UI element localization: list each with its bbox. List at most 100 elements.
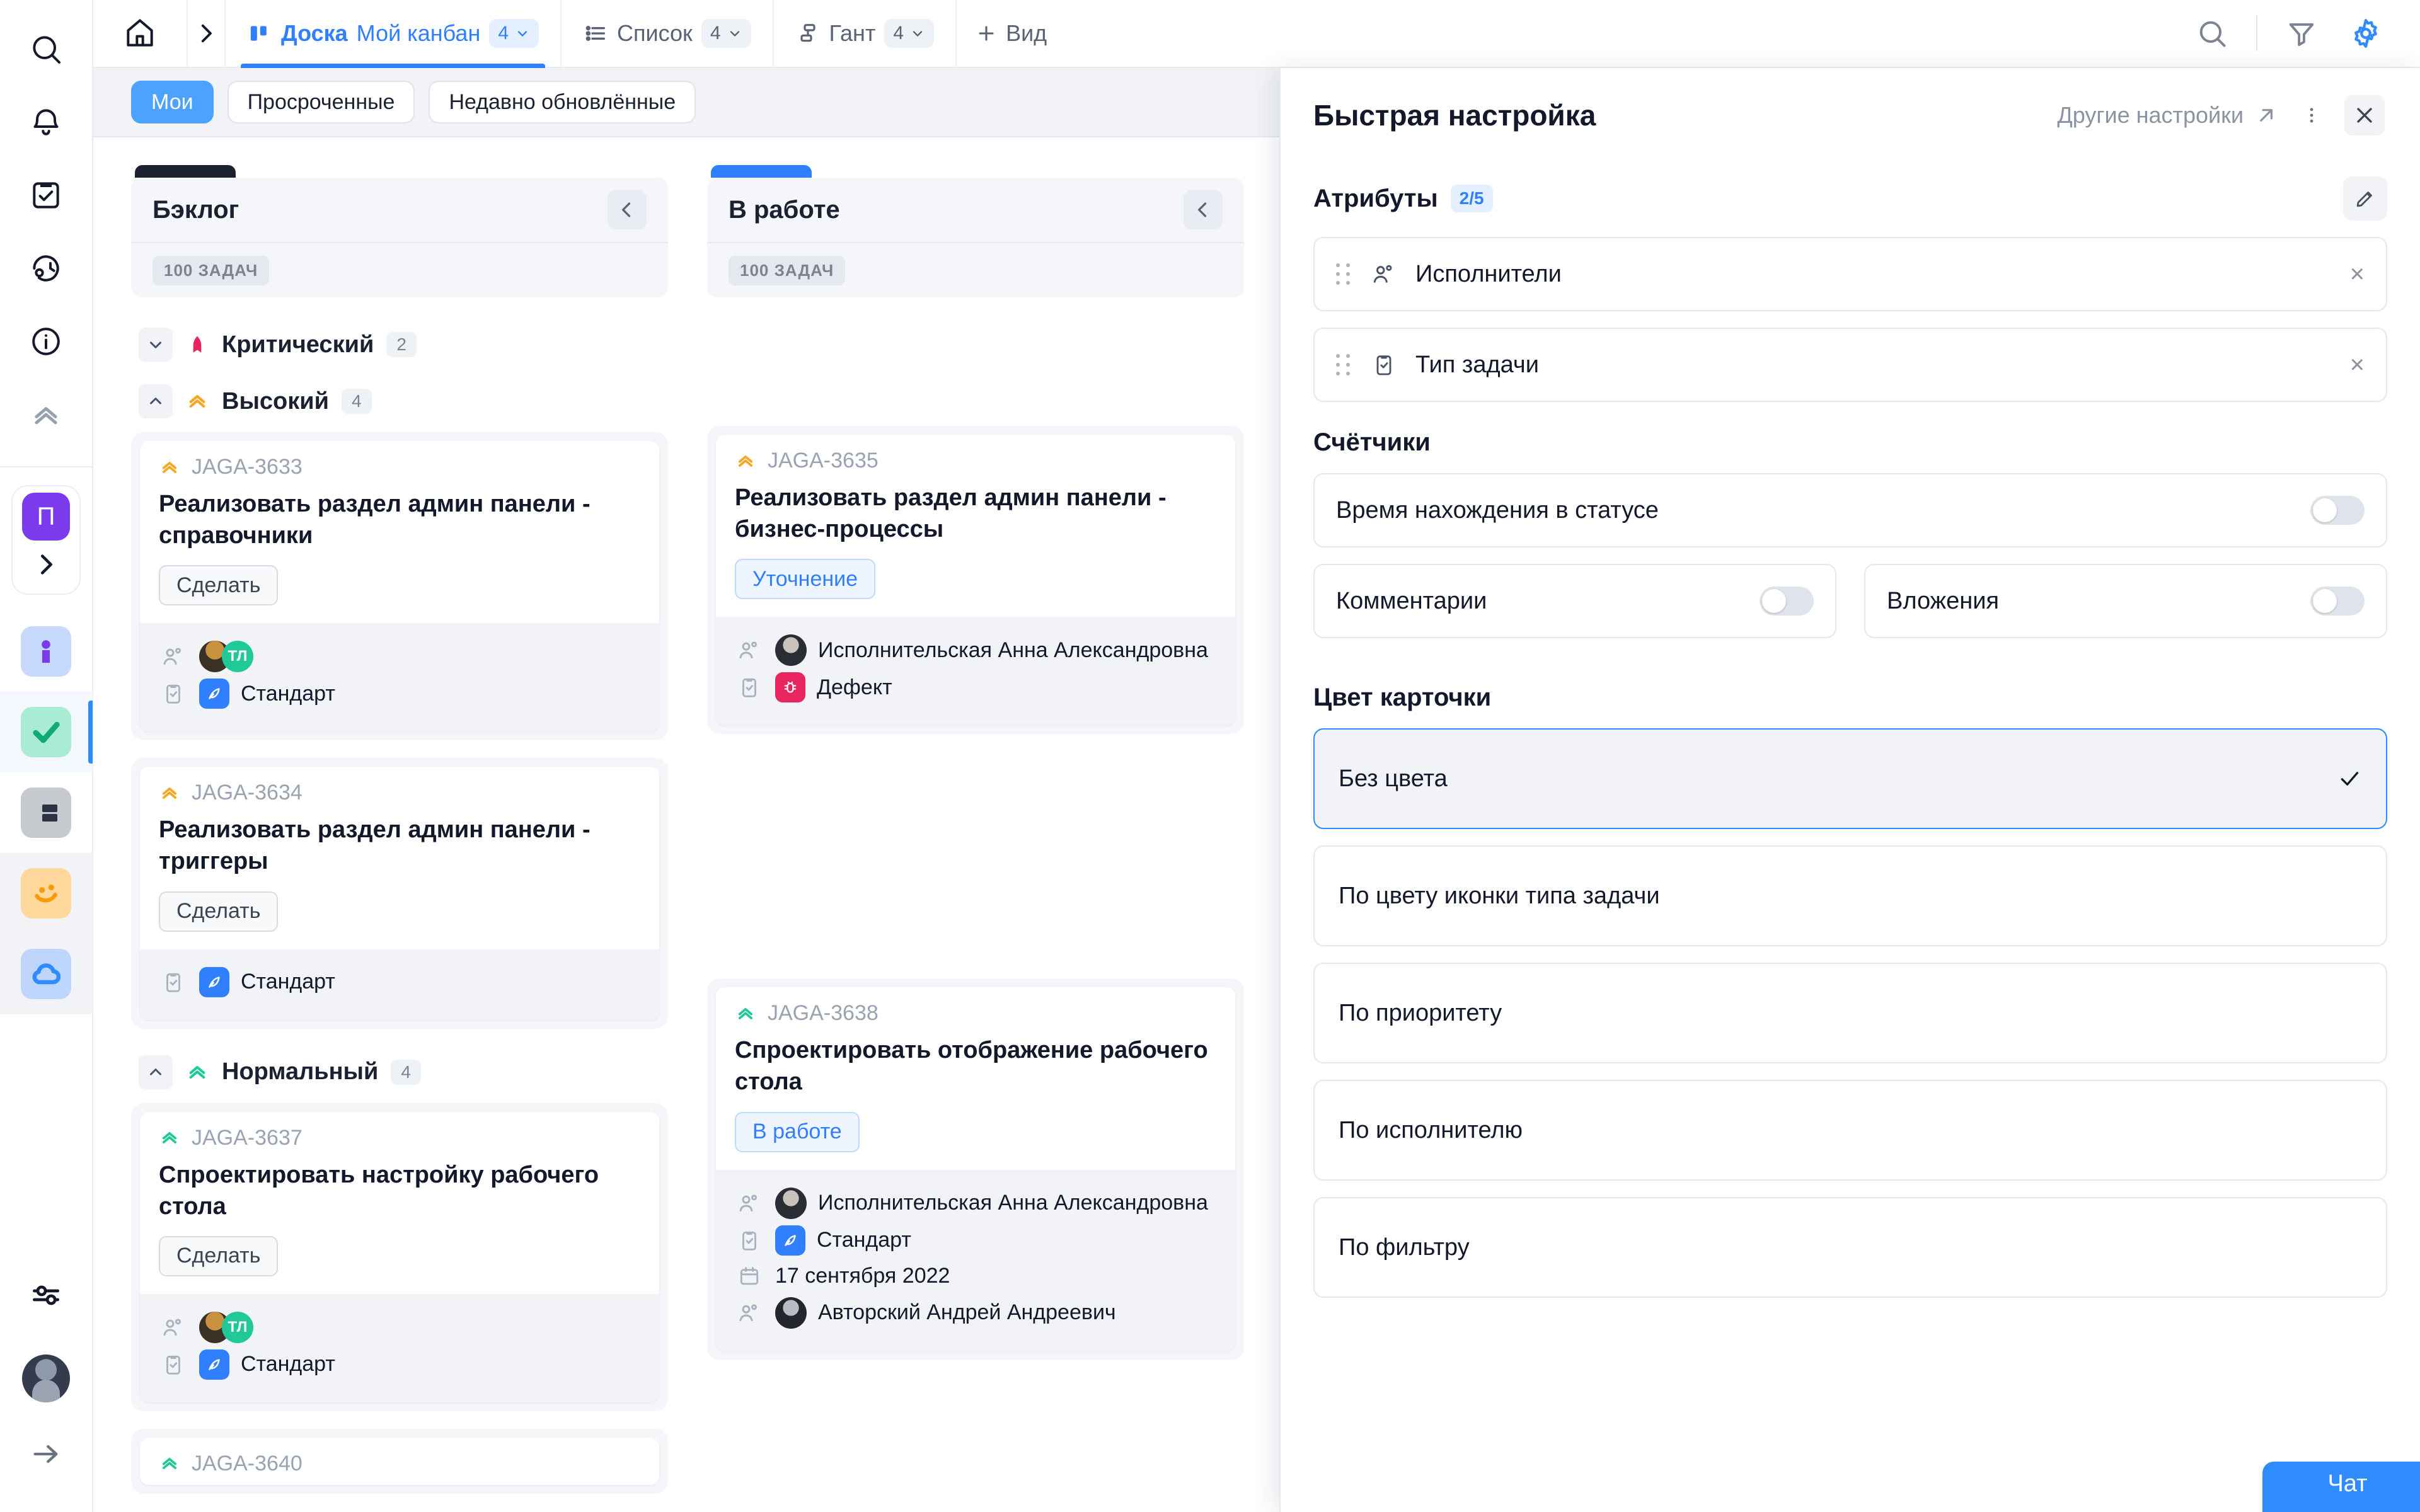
arrow-right-icon[interactable]: [13, 1421, 79, 1487]
avatar[interactable]: [775, 1187, 807, 1219]
task-card[interactable]: JAGA-3634 Реализовать раздел админ панел…: [140, 767, 659, 1020]
tab-board-sub: Мой канбан: [356, 20, 481, 46]
toggle-switch[interactable]: [1760, 587, 1814, 616]
close-icon[interactable]: [2344, 95, 2385, 135]
plus-icon: [976, 23, 997, 44]
chevron-up-icon[interactable]: [139, 384, 173, 418]
app-info[interactable]: [0, 611, 93, 692]
color-by-priority[interactable]: По приоритету: [1313, 963, 2387, 1063]
task-card[interactable]: JAGA-3635 Реализовать раздел админ панел…: [716, 435, 1235, 726]
tab-gantt[interactable]: Гант 4: [774, 0, 957, 67]
card-status-button[interactable]: Сделать: [159, 1235, 279, 1276]
tab-list[interactable]: Список 4: [562, 0, 774, 67]
app-cloud[interactable]: [0, 934, 93, 1014]
topbar-actions: [2183, 0, 2420, 67]
clipboard-check-icon: [159, 968, 188, 997]
chip-recent[interactable]: Недавно обновлённые: [429, 81, 696, 123]
sidebar-expand-button[interactable]: [187, 0, 226, 67]
drag-handle-icon[interactable]: [1336, 260, 1352, 289]
home-icon[interactable]: [93, 0, 187, 67]
card-status-button[interactable]: В работе: [735, 1111, 860, 1152]
tab-list-count-value: 4: [710, 23, 721, 43]
tab-list-count[interactable]: 4: [701, 19, 751, 48]
calendar-icon: [735, 1262, 764, 1291]
chip-my[interactable]: Мои: [131, 81, 214, 123]
meta-assignees: Исполнительская Анна Александровна: [735, 634, 1216, 667]
task-card[interactable]: JAGA-3638 Спроектировать отображение раб…: [716, 987, 1235, 1351]
counter-status-time[interactable]: Время нахождения в статусе: [1313, 473, 2387, 547]
panel-header: Быстрая настройка Другие настройки: [1281, 68, 2420, 163]
card-key-row: JAGA-3640: [140, 1438, 659, 1485]
priority-critical-icon: [185, 333, 209, 357]
counter-comments[interactable]: Комментарии: [1313, 564, 1836, 638]
attr-assignees[interactable]: Исполнители ×: [1313, 237, 2387, 311]
other-settings-link[interactable]: Другие настройки: [2057, 102, 2279, 129]
remove-icon[interactable]: ×: [2350, 261, 2365, 287]
app-boards[interactable]: [0, 772, 93, 853]
tab-board[interactable]: Доска Мой канбан 4: [226, 0, 562, 68]
chevron-down-icon[interactable]: [139, 328, 173, 362]
color-none[interactable]: Без цвета: [1313, 728, 2387, 829]
attr-label: Исполнители: [1415, 260, 1562, 287]
tasks-icon[interactable]: [13, 163, 79, 228]
user-avatar[interactable]: [22, 1354, 70, 1402]
counter-attachments[interactable]: Вложения: [1864, 564, 2387, 638]
card-body: Спроектировать настройку рабочего стола …: [140, 1159, 659, 1294]
priority-normal-icon: [159, 1453, 180, 1474]
clipboard-check-icon: [1369, 350, 1399, 380]
remove-icon[interactable]: ×: [2350, 352, 2365, 377]
sliders-icon[interactable]: [13, 1263, 79, 1328]
card-status-button[interactable]: Сделать: [159, 565, 279, 606]
task-card[interactable]: JAGA-3637 Спроектировать настройку рабоч…: [140, 1111, 659, 1402]
tab-board-count[interactable]: 4: [489, 19, 539, 48]
people-icon: [735, 636, 764, 665]
avatar-stack[interactable]: ТЛ: [199, 641, 253, 673]
project-badge[interactable]: П: [22, 493, 70, 541]
card-title: Спроектировать отображение рабочего стол…: [735, 1037, 1208, 1096]
info-icon[interactable]: [13, 309, 79, 374]
toggle-switch[interactable]: [2310, 587, 2365, 616]
bell-icon[interactable]: [13, 89, 79, 155]
option-label: По цвету иконки типа задачи: [1339, 882, 1660, 909]
app-smile[interactable]: [0, 853, 93, 934]
attr-task-type[interactable]: Тип задачи ×: [1313, 328, 2387, 402]
search-icon[interactable]: [2183, 4, 2241, 62]
avatar[interactable]: [775, 634, 807, 667]
task-card[interactable]: JAGA-3633 Реализовать раздел админ панел…: [140, 441, 659, 732]
type-badge-bug: [775, 672, 805, 703]
card-status-button[interactable]: Сделать: [159, 891, 279, 932]
task-card[interactable]: JAGA-3640: [140, 1437, 659, 1485]
app-tasks[interactable]: [0, 692, 93, 772]
column-collapse-button[interactable]: [608, 190, 647, 229]
assignee-name: Исполнительская Анна Александровна: [818, 1191, 1208, 1215]
group-normal[interactable]: Нормальный 4: [131, 1046, 668, 1098]
drag-handle-icon[interactable]: [1336, 350, 1352, 379]
filter-icon[interactable]: [2273, 4, 2331, 62]
avatar[interactable]: [775, 1297, 807, 1329]
chip-overdue[interactable]: Просроченные: [227, 81, 415, 123]
priority-icon[interactable]: [13, 382, 79, 447]
search-icon[interactable]: [13, 16, 79, 82]
card-status-button[interactable]: Уточнение: [735, 559, 876, 600]
column-accent-tab: [135, 165, 236, 178]
group-spacer-normal: [707, 752, 1244, 978]
chevron-up-icon[interactable]: [139, 1055, 173, 1089]
gear-icon[interactable]: [2337, 4, 2395, 62]
toggle-switch[interactable]: [2310, 496, 2365, 525]
color-by-assignee[interactable]: По исполнителю: [1313, 1080, 2387, 1181]
group-high[interactable]: Высокий 4: [131, 375, 668, 427]
add-view-button[interactable]: Вид: [957, 0, 1066, 67]
group-critical[interactable]: Критический 2: [131, 319, 668, 370]
more-options-icon[interactable]: [2291, 95, 2332, 135]
chat-button[interactable]: Чат: [2262, 1462, 2420, 1512]
tab-gantt-count[interactable]: 4: [884, 19, 935, 48]
worklog-icon[interactable]: [13, 236, 79, 301]
chevron-right-icon[interactable]: [19, 541, 73, 588]
avatar-stack[interactable]: ТЛ: [199, 1311, 253, 1343]
column-collapse-button[interactable]: [1184, 190, 1223, 229]
meta-assignees: ТЛ: [159, 1311, 640, 1343]
color-by-filter[interactable]: По фильтру: [1313, 1197, 2387, 1298]
color-by-type-icon[interactable]: По цвету иконки типа задачи: [1313, 845, 2387, 946]
edit-pencil-icon[interactable]: [2343, 176, 2387, 220]
meta-task-type: Стандарт: [159, 1349, 640, 1380]
